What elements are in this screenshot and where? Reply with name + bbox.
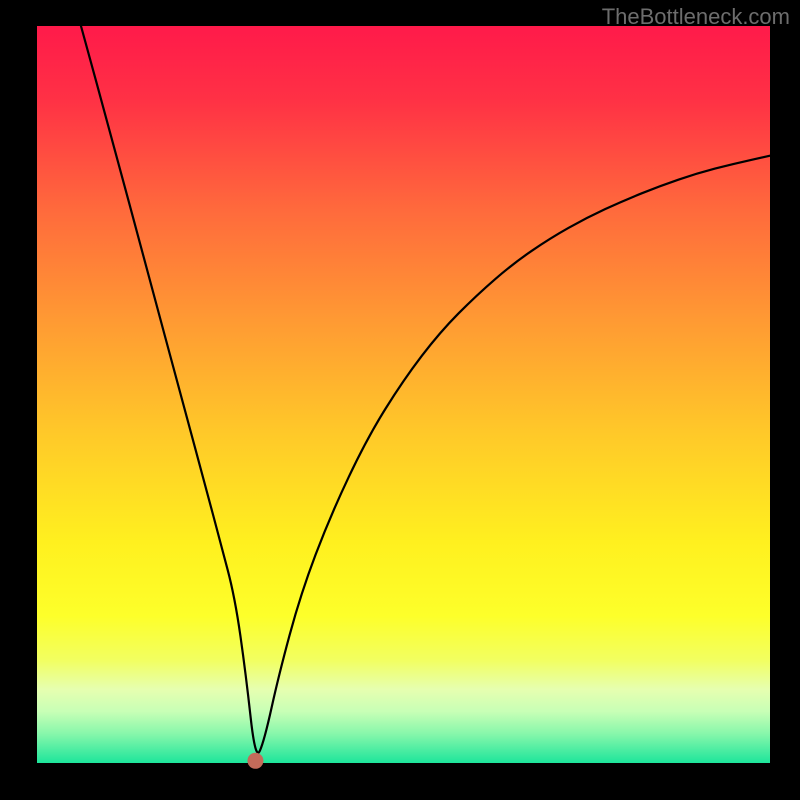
optimal-point-marker [247,753,263,769]
bottleneck-chart [0,0,800,800]
watermark-text: TheBottleneck.com [602,4,790,30]
chart-frame: { "watermark": "TheBottleneck.com", "plo… [0,0,800,800]
gradient-background [37,26,770,763]
